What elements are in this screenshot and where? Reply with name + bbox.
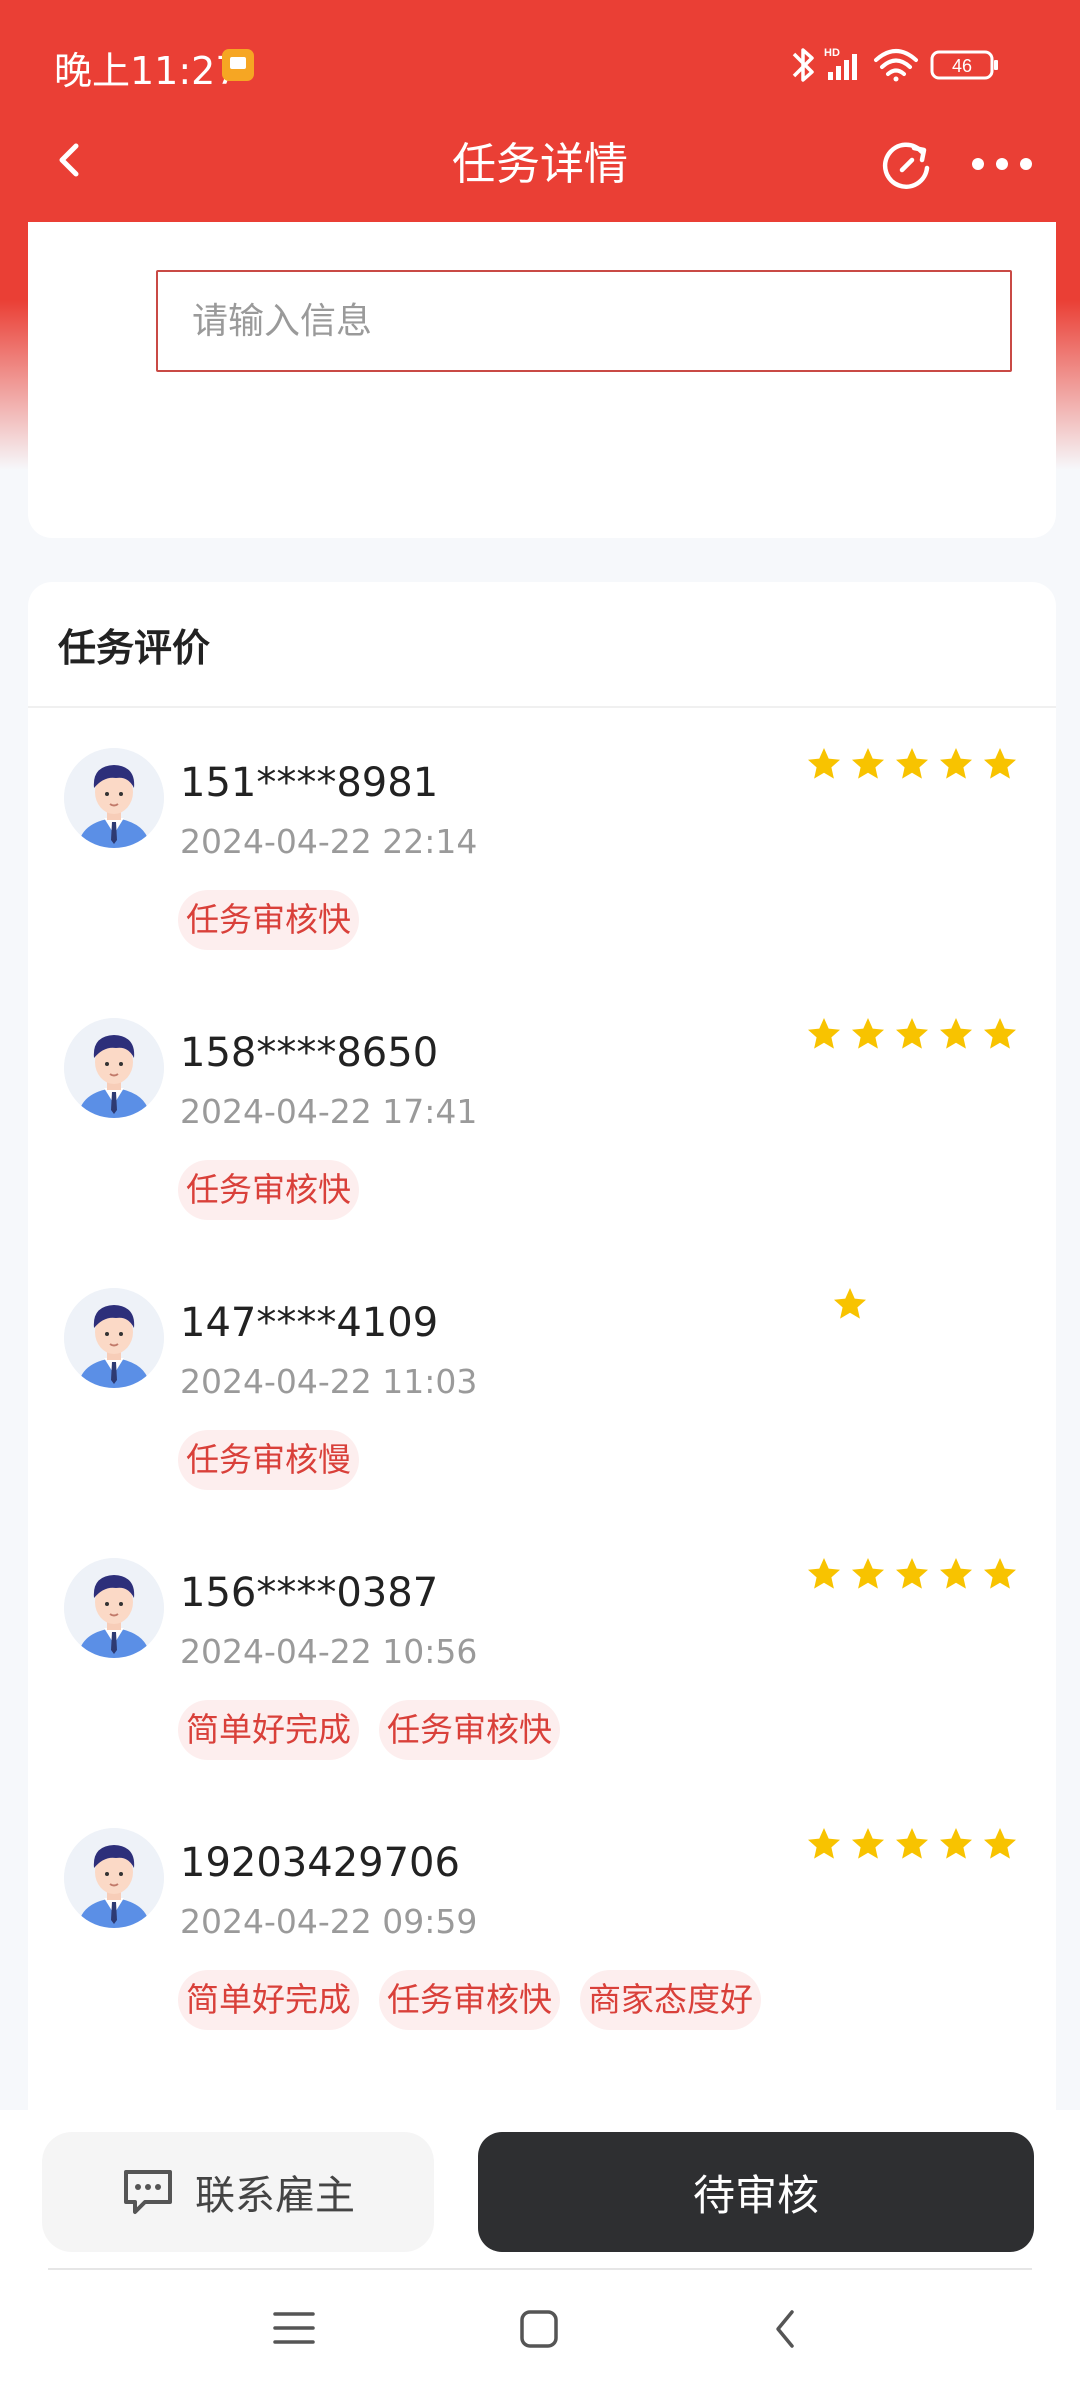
review-item: 151****8981 2024-04-22 22:14 任务审核快 <box>28 708 1056 983</box>
star-rating <box>806 1556 1018 1592</box>
reviewer-name: 147****4109 <box>180 1300 439 1346</box>
review-header: 任务评价 <box>28 582 1056 708</box>
star-icon <box>852 1558 884 1589</box>
star-icon <box>984 1558 1016 1589</box>
review-timestamp: 2024-04-22 11:03 <box>180 1362 478 1401</box>
signal-icon: HD <box>824 47 857 80</box>
home-icon[interactable] <box>518 2308 560 2350</box>
review-section-title: 任务评价 <box>58 625 211 670</box>
avatar <box>64 1288 164 1388</box>
star-rating <box>806 1016 1018 1052</box>
star-icon <box>808 1558 840 1589</box>
status-bar: 晚上11:27 HD 46 <box>0 0 1080 130</box>
menu-icon[interactable] <box>272 2308 316 2348</box>
reviewer-name: 156****0387 <box>180 1570 439 1616</box>
refresh-icon[interactable] <box>878 136 934 192</box>
review-tag: 简单好完成 <box>178 1970 359 2030</box>
star-icon <box>808 1018 840 1049</box>
reviewer-name: 151****8981 <box>180 760 439 806</box>
star-icon <box>808 1828 840 1859</box>
star-icon <box>808 748 840 779</box>
star-rating <box>832 1286 868 1322</box>
star-rating <box>806 1826 1018 1862</box>
star-icon <box>984 748 1016 779</box>
review-timestamp: 2024-04-22 09:59 <box>180 1902 478 1941</box>
review-item: 158****8650 2024-04-22 17:41 任务审核快 <box>28 978 1056 1253</box>
battery-icon: 46 <box>930 50 998 80</box>
bottom-action-bar: 联系雇主 待审核 <box>0 2110 1080 2270</box>
review-item: 156****0387 2024-04-22 10:56 简单好完成 任务审核快 <box>28 1518 1056 1793</box>
star-icon <box>896 1558 928 1589</box>
contact-employer-button[interactable]: 联系雇主 <box>42 2132 434 2252</box>
star-rating <box>806 746 1018 782</box>
review-tag: 商家态度好 <box>580 1970 761 2030</box>
review-tag: 任务审核快 <box>379 1970 560 2030</box>
reviewer-name: 158****8650 <box>180 1030 439 1076</box>
star-icon <box>940 1558 972 1589</box>
back-nav-icon[interactable] <box>770 2306 800 2352</box>
review-timestamp: 2024-04-22 17:41 <box>180 1092 478 1131</box>
input-card <box>28 222 1056 538</box>
avatar <box>64 748 164 848</box>
reviewer-name: 19203429706 <box>180 1840 460 1886</box>
review-timestamp: 2024-04-22 10:56 <box>180 1632 478 1671</box>
system-nav-bar <box>0 2270 1080 2400</box>
avatar <box>64 1018 164 1118</box>
review-tags: 任务审核快 <box>178 1160 359 1220</box>
review-timestamp: 2024-04-22 22:14 <box>180 822 478 861</box>
review-item: 147****4109 2024-04-22 11:03 任务审核慢 <box>28 1248 1056 1523</box>
review-tag: 简单好完成 <box>178 1700 359 1760</box>
star-icon <box>940 1018 972 1049</box>
review-card: 任务评价 151****8981 2024-04-22 22:14 任务审核快 158… <box>28 582 1056 2122</box>
star-icon <box>896 748 928 779</box>
avatar <box>64 1828 164 1928</box>
star-icon <box>984 1018 1016 1049</box>
notification-icon <box>222 49 254 81</box>
star-icon <box>940 1828 972 1859</box>
review-tag: 任务审核快 <box>379 1700 560 1760</box>
more-icon[interactable] <box>970 150 1034 178</box>
star-icon <box>852 1018 884 1049</box>
info-input[interactable] <box>156 270 1012 372</box>
star-icon <box>896 1828 928 1859</box>
star-icon <box>852 748 884 779</box>
review-tags: 任务审核慢 <box>178 1430 359 1490</box>
review-tags: 任务审核快 <box>178 890 359 950</box>
review-tags: 简单好完成 任务审核快 商家态度好 <box>178 1970 761 2030</box>
star-icon <box>940 748 972 779</box>
status-time: 晚上11:27 <box>54 49 240 93</box>
svg-text:HD: HD <box>824 47 840 59</box>
wifi-icon <box>874 49 918 82</box>
star-icon <box>834 1288 866 1319</box>
chat-icon <box>124 2170 172 2214</box>
review-item: 19203429706 2024-04-22 09:59 简单好完成 任务审核快 商家态… <box>28 1788 1056 2063</box>
star-icon <box>852 1828 884 1859</box>
review-tags: 简单好完成 任务审核快 <box>178 1700 560 1760</box>
svg-text:46: 46 <box>952 56 972 76</box>
star-icon <box>984 1828 1016 1859</box>
avatar <box>64 1558 164 1658</box>
review-tag: 任务审核慢 <box>178 1430 359 1490</box>
bluetooth-icon <box>792 48 814 82</box>
review-tag: 任务审核快 <box>178 1160 359 1220</box>
contact-employer-label: 联系雇主 <box>195 2173 355 2219</box>
status-icons: HD 46 <box>790 44 1040 86</box>
star-icon <box>896 1018 928 1049</box>
pending-review-button[interactable]: 待审核 <box>478 2132 1034 2252</box>
review-tag: 任务审核快 <box>178 890 359 950</box>
